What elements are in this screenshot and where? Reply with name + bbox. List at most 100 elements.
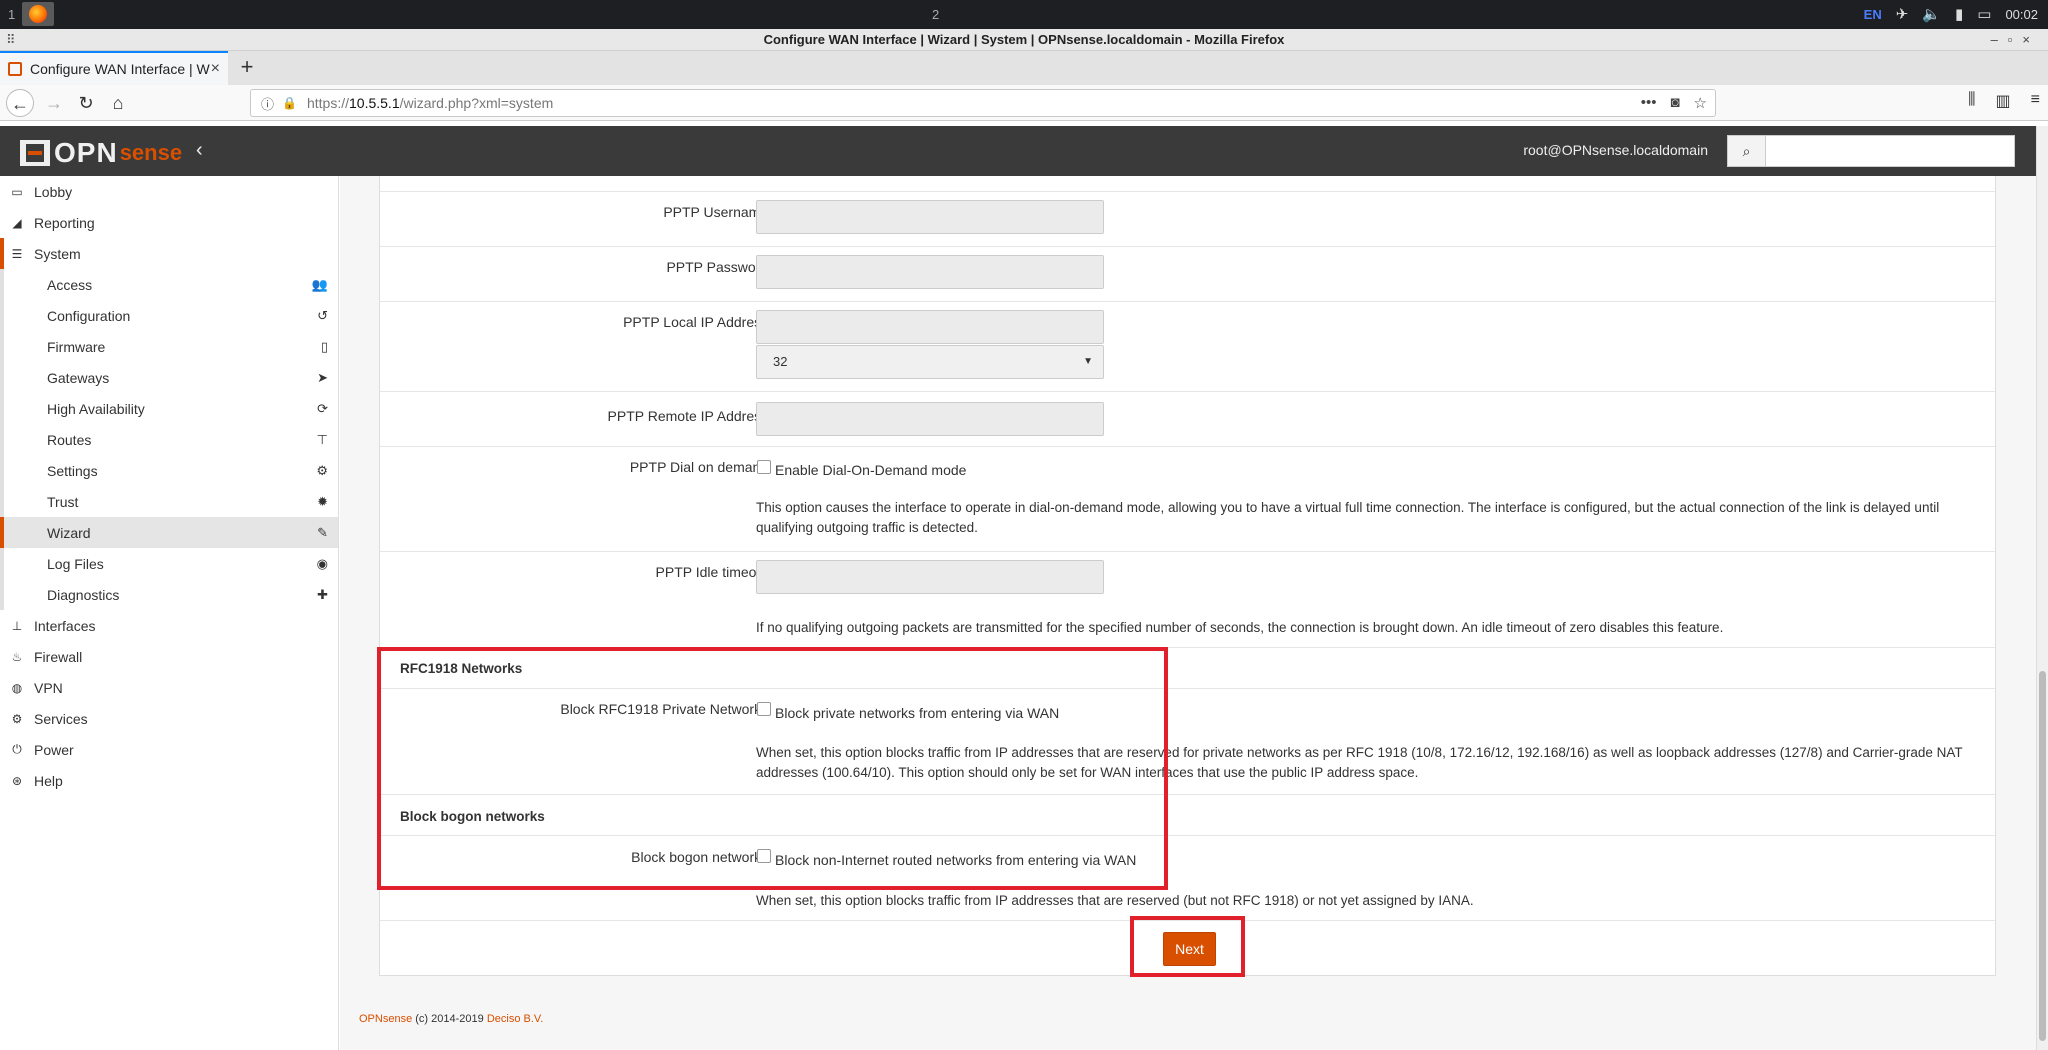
volume-icon[interactable]: 🔈 bbox=[1922, 5, 1941, 23]
opnsense-logo[interactable]: OPN sense bbox=[20, 137, 182, 169]
bookmark-star-icon[interactable]: ☆ bbox=[1694, 94, 1707, 112]
menu-icon[interactable]: ≡ bbox=[2031, 91, 2040, 111]
window-grip-icon[interactable]: ⠿ bbox=[6, 29, 16, 51]
window-controls[interactable]: –▫× bbox=[1991, 29, 2040, 51]
laptop-icon: ▭ bbox=[11, 184, 23, 199]
pptp-local-subnet-select[interactable]: 32 ▼ bbox=[756, 345, 1104, 379]
url-text[interactable]: https://10.5.5.1/wizard.php?xml=system bbox=[307, 95, 553, 111]
scrollbar-thumb[interactable] bbox=[2039, 671, 2046, 1041]
sidebar-item-services[interactable]: ⚙ Services bbox=[0, 703, 338, 734]
pptp-dial-label: PPTP Dial on demand: bbox=[629, 459, 772, 475]
search-icon[interactable]: ⌕ bbox=[1727, 135, 1765, 167]
map-signs-icon: ⊤ bbox=[316, 431, 328, 447]
sidebar-item-vpn[interactable]: ◍ VPN bbox=[0, 672, 338, 703]
pptp-idle-help: If no qualifying outgoing packets are tr… bbox=[756, 620, 1724, 635]
sidebar-item-lobby[interactable]: ▭ Lobby bbox=[0, 176, 338, 207]
pptp-username-input[interactable] bbox=[756, 200, 1104, 234]
home-button[interactable]: ⌂ bbox=[104, 89, 132, 117]
battery-icon[interactable]: ▮ bbox=[1955, 5, 1963, 23]
globe-icon: ◍ bbox=[11, 680, 23, 695]
sidebar-item-reporting[interactable]: ◢ Reporting bbox=[0, 207, 338, 238]
sidebar-item-firmware[interactable]: Firmware ▯ bbox=[0, 331, 338, 362]
pptp-dial-checkbox[interactable] bbox=[757, 460, 771, 474]
info-icon[interactable]: ⓘ bbox=[261, 94, 274, 113]
os-taskbar: 1 2 EN ✈ 🔈 ▮ ▭ 00:02 bbox=[0, 0, 2048, 29]
library-icon[interactable]: ⫼ bbox=[1968, 91, 1975, 111]
tablet-icon: ▯ bbox=[320, 338, 328, 354]
cog-icon: ⚙ bbox=[11, 711, 23, 726]
search-input[interactable] bbox=[1765, 135, 2015, 167]
pptp-dial-checkbox-label[interactable]: Enable Dial-On-Demand mode bbox=[775, 462, 966, 478]
form-row-pptp-password: PPTP Password: bbox=[380, 247, 1995, 302]
sidebar-item-firewall[interactable]: ♨ Firewall bbox=[0, 641, 338, 672]
user-menu[interactable]: root@OPNsense.localdomain bbox=[1523, 142, 1708, 158]
reload-button[interactable]: ↻ bbox=[72, 89, 100, 117]
window-titlebar: ⠿ Configure WAN Interface | Wizard | Sys… bbox=[0, 29, 2048, 51]
cogs-icon: ⚙ bbox=[316, 462, 328, 478]
form-row-pptp-local-ip: PPTP Local IP Address: 32 ▼ bbox=[380, 302, 1995, 392]
tab-title: Configure WAN Interface | W bbox=[30, 61, 210, 77]
tab-strip: Configure WAN Interface | W × + bbox=[0, 51, 2048, 85]
workspace-1[interactable]: 1 bbox=[8, 7, 15, 22]
collapse-sidebar-icon[interactable]: ‹ bbox=[196, 139, 203, 162]
form-row-pptp-username: PPTP Username: bbox=[380, 192, 1995, 247]
footer-opnsense-link[interactable]: OPNsense bbox=[359, 1013, 412, 1025]
footer-copyright: (c) 2014-2019 bbox=[412, 1013, 487, 1025]
display-icon[interactable]: ▭ bbox=[1977, 5, 1991, 23]
magic-icon: ✎ bbox=[317, 524, 328, 540]
opnsense-header: OPN sense ‹ root@OPNsense.localdomain ⌕ bbox=[0, 126, 2036, 176]
pptp-password-input[interactable] bbox=[756, 255, 1104, 289]
pocket-icon[interactable]: ◙ bbox=[1670, 94, 1679, 112]
page-scrollbar[interactable] bbox=[2036, 126, 2048, 1050]
pptp-local-ip-input[interactable] bbox=[756, 310, 1104, 344]
sidebar-item-access[interactable]: Access 👥 bbox=[0, 269, 338, 300]
sidebar-toggle-icon[interactable]: ▥ bbox=[1996, 91, 2011, 111]
sidebar-item-wizard[interactable]: Wizard ✎ bbox=[0, 517, 338, 548]
page-actions-icon[interactable]: ••• bbox=[1641, 94, 1657, 112]
footer: OPNsense (c) 2014-2019 Deciso B.V. bbox=[359, 1013, 543, 1025]
footer-deciso-link[interactable]: Deciso B.V. bbox=[487, 1013, 543, 1025]
form-row-pptp-idle-timeout: PPTP Idle timeout: If no qualifying outg… bbox=[380, 552, 1995, 648]
sidebar-item-help[interactable]: ⊛ Help bbox=[0, 765, 338, 796]
form-row-pptp-remote-ip: PPTP Remote IP Address: bbox=[380, 392, 1995, 447]
pptp-idle-label: PPTP Idle timeout: bbox=[655, 564, 772, 580]
pptp-remote-ip-input[interactable] bbox=[756, 402, 1104, 436]
firefox-taskbar-button[interactable] bbox=[22, 2, 54, 26]
url-bar[interactable]: ⓘ 🔒 https://10.5.5.1/wizard.php?xml=syst… bbox=[250, 89, 1716, 117]
pptp-dial-help: This option causes the interface to oper… bbox=[756, 500, 1940, 535]
sidebar-item-settings[interactable]: Settings ⚙ bbox=[0, 455, 338, 486]
life-ring-icon: ⊛ bbox=[11, 773, 23, 788]
sidebar-item-trust[interactable]: Trust ✹ bbox=[0, 486, 338, 517]
sidebar-item-gateways[interactable]: Gateways ➤ bbox=[0, 362, 338, 393]
sidebar-item-routes[interactable]: Routes ⊤ bbox=[0, 424, 338, 455]
plug-icon: ⏻ bbox=[12, 742, 22, 756]
forward-button[interactable]: → bbox=[40, 89, 68, 117]
sidebar-item-power[interactable]: ⏻ Power bbox=[0, 734, 338, 765]
pptp-remote-ip-label: PPTP Remote IP Address: bbox=[607, 408, 772, 424]
sidebar-item-configuration[interactable]: Configuration ↺ bbox=[0, 300, 338, 331]
sidebar-item-interfaces[interactable]: ⊥ Interfaces bbox=[0, 610, 338, 641]
sidebar-item-system[interactable]: ☰ System bbox=[0, 238, 338, 269]
sidebar-item-diagnostics[interactable]: Diagnostics ✚ bbox=[0, 579, 338, 610]
keyboard-layout[interactable]: EN bbox=[1864, 7, 1882, 22]
users-icon: 👥 bbox=[311, 276, 328, 292]
caret-down-icon: ▼ bbox=[1083, 356, 1093, 367]
highlight-box-next-button bbox=[1130, 916, 1245, 977]
window-title: Configure WAN Interface | Wizard | Syste… bbox=[763, 32, 1285, 47]
clock: 00:02 bbox=[2005, 6, 2038, 22]
pptp-idle-input[interactable] bbox=[756, 560, 1104, 594]
fire-icon: ♨ bbox=[11, 649, 23, 664]
new-tab-button[interactable]: + bbox=[233, 54, 261, 80]
close-tab-icon[interactable]: × bbox=[211, 60, 220, 78]
sidebar: ▭ Lobby ◢ Reporting ☰ System Access 👥 Config… bbox=[0, 176, 339, 1050]
eye-icon: ◉ bbox=[316, 555, 328, 571]
back-button[interactable]: ← bbox=[6, 89, 34, 117]
sidebar-item-log-files[interactable]: Log Files ◉ bbox=[0, 548, 338, 579]
tab-configure-wan[interactable]: Configure WAN Interface | W × bbox=[0, 51, 228, 85]
certificate-icon: ✹ bbox=[317, 493, 328, 509]
sidebar-item-high-availability[interactable]: High Availability ⟳ bbox=[0, 393, 338, 424]
bogon-help: When set, this option blocks traffic fro… bbox=[756, 893, 1474, 908]
insecure-lock-icon[interactable]: 🔒 bbox=[282, 96, 297, 110]
network-icon[interactable]: ✈ bbox=[1896, 5, 1909, 23]
workspace-2[interactable]: 2 bbox=[932, 7, 939, 22]
